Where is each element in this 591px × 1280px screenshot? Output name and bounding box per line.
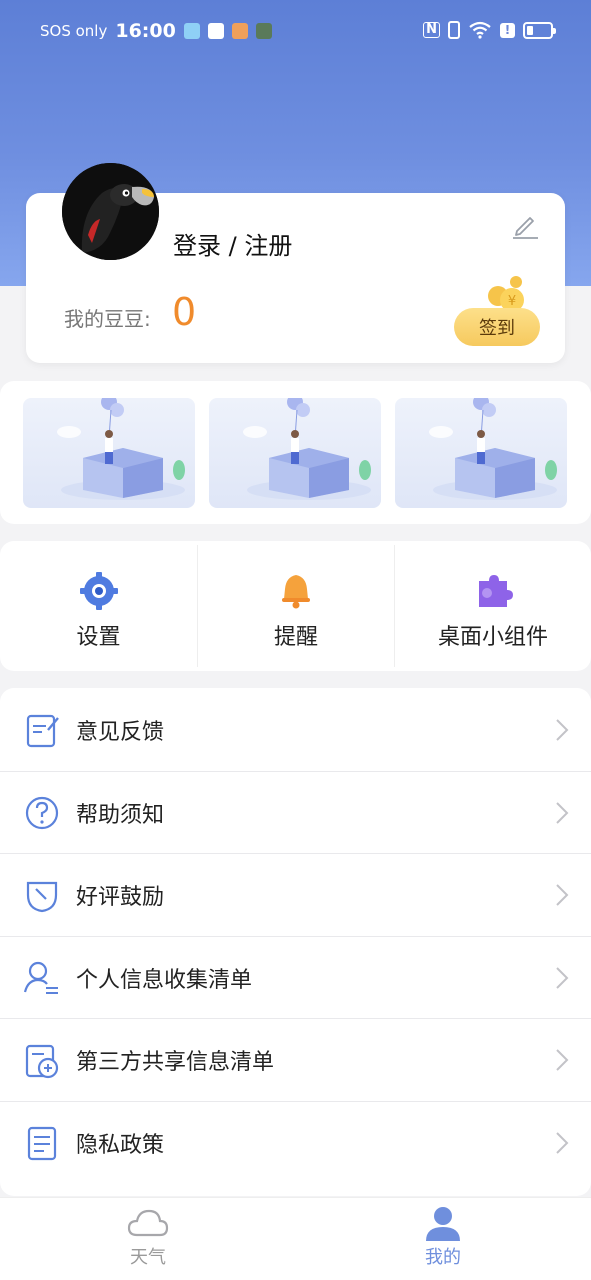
- box-balloon-illustration: [243, 398, 371, 500]
- chevron-right-icon: [556, 1132, 569, 1154]
- personal-info-icon: [23, 961, 58, 994]
- menu-item-help[interactable]: 帮助须知: [0, 772, 591, 854]
- chevron-right-icon: [556, 967, 569, 989]
- banner-card[interactable]: [395, 398, 567, 508]
- chevron-right-icon: [556, 1049, 569, 1071]
- beans-label: 我的豆豆:: [64, 307, 151, 331]
- vibrate-icon: [448, 21, 460, 39]
- bell-icon: [282, 575, 310, 609]
- menu-item-privacy[interactable]: 隐私政策: [0, 1102, 591, 1184]
- svg-text:¥: ¥: [508, 294, 516, 309]
- alert-icon: !: [500, 22, 515, 38]
- help-icon: [25, 796, 59, 830]
- chevron-right-icon: [556, 719, 569, 741]
- menu-item-label: 意见反馈: [76, 720, 165, 745]
- beans-count: 0: [172, 290, 197, 334]
- reminder-button[interactable]: 提醒: [198, 541, 394, 671]
- settings-button[interactable]: 设置: [0, 541, 197, 671]
- edit-icon[interactable]: [510, 210, 540, 240]
- menu-item-third-party[interactable]: 第三方共享信息清单: [0, 1019, 591, 1101]
- tab-label: 天气: [130, 1247, 166, 1268]
- nfc-icon: N: [423, 22, 440, 38]
- privacy-icon: [27, 1126, 57, 1161]
- widgets-button[interactable]: 桌面小组件: [395, 541, 591, 671]
- tab-weather[interactable]: 天气: [88, 1205, 208, 1269]
- person-icon: [426, 1207, 460, 1241]
- battery-icon: [523, 21, 556, 39]
- status-bar: SOS only 16:00 N !: [0, 0, 591, 66]
- gear-icon: [79, 572, 118, 610]
- menu-item-personal-info[interactable]: 个人信息收集清单: [0, 937, 591, 1019]
- novel-app-icon: [231, 23, 248, 39]
- settings-label: 设置: [76, 625, 121, 650]
- dodo-avatar-icon: [62, 163, 159, 260]
- chevron-right-icon: [556, 802, 569, 824]
- menu-item-label: 个人信息收集清单: [76, 968, 253, 993]
- check-in-button[interactable]: 签到: [454, 308, 540, 346]
- reminder-label: 提醒: [273, 625, 318, 650]
- menu-item-label: 第三方共享信息清单: [76, 1050, 275, 1075]
- menu-item-label: 好评鼓励: [76, 885, 165, 910]
- upload-app-icon: [207, 23, 224, 39]
- tab-mine[interactable]: 我的: [383, 1205, 503, 1269]
- share-info-icon: [25, 1044, 59, 1079]
- menu-item-label: 帮助须知: [76, 803, 165, 828]
- login-register-link[interactable]: 登录 / 注册: [173, 226, 292, 261]
- menu-item-label: 隐私政策: [76, 1133, 165, 1158]
- banner-card[interactable]: [209, 398, 381, 508]
- menu-item-rating[interactable]: 好评鼓励: [0, 854, 591, 936]
- wifi-icon: [469, 21, 491, 39]
- chevron-right-icon: [556, 884, 569, 906]
- game-app-icon: [255, 23, 272, 39]
- weather-app-icon: [183, 23, 200, 39]
- menu-item-feedback[interactable]: 意见反馈: [0, 689, 591, 771]
- tab-label: 我的: [425, 1247, 461, 1268]
- feedback-icon: [26, 714, 59, 748]
- widgets-label: 桌面小组件: [437, 625, 548, 650]
- clock: 16:00: [115, 20, 176, 42]
- banner-card[interactable]: [23, 398, 195, 508]
- puzzle-icon: [479, 575, 513, 607]
- box-balloon-illustration: [429, 398, 557, 500]
- box-balloon-illustration: [57, 398, 185, 500]
- avatar[interactable]: [62, 163, 159, 260]
- rate-icon: [26, 881, 58, 913]
- cloud-icon: [127, 1209, 169, 1237]
- carrier-text: SOS only: [40, 22, 108, 40]
